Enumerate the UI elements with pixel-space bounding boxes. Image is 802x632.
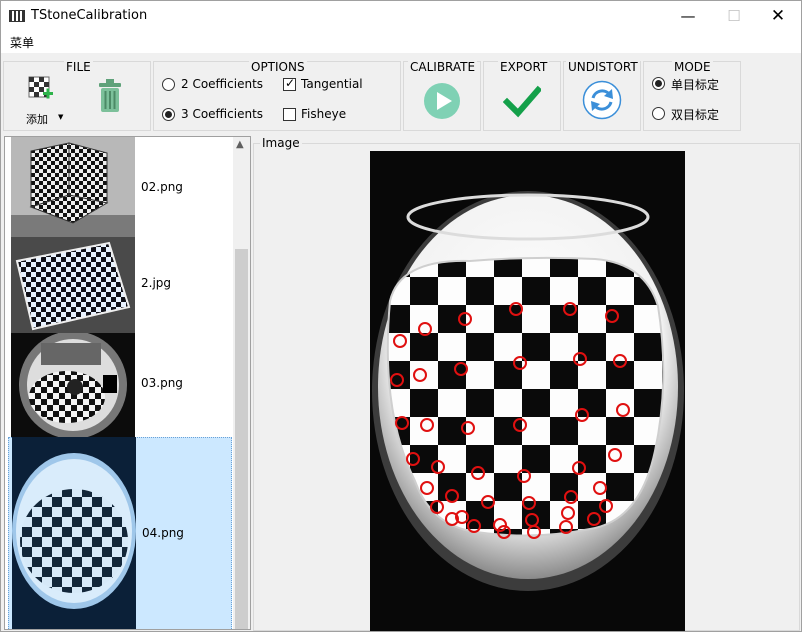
fisheye-calibration-image (370, 151, 685, 631)
add-dropdown-arrow[interactable]: ▼ (58, 113, 63, 121)
undistort-button[interactable] (582, 80, 622, 123)
export-button[interactable] (502, 82, 543, 123)
image-list[interactable]: 02.png 2.jpg 03.png 04.png ▲ (4, 136, 251, 630)
thumbnail-image (11, 137, 135, 237)
image-canvas[interactable] (370, 151, 685, 631)
list-item-label: 03.png (141, 376, 183, 390)
add-image-icon (28, 76, 53, 99)
scroll-thumb[interactable] (235, 249, 248, 629)
list-item-label: 2.jpg (141, 276, 172, 290)
tangential-label: Tangential (301, 77, 363, 91)
window-title: TStoneCalibration (31, 8, 148, 23)
delete-image-button[interactable] (96, 78, 126, 118)
calibrate-group: CALIBRATE (403, 61, 481, 131)
mono-mode-label: 单目标定 (671, 78, 720, 92)
thumbnail-image (11, 237, 135, 333)
tangential-checkbox[interactable] (283, 76, 296, 91)
fisheye-label: Fisheye (301, 107, 347, 121)
undistort-group: UNDISTORT (563, 61, 641, 131)
options-group-title: OPTIONS (249, 60, 307, 74)
coeff3-label: 3 Coefficients (181, 107, 264, 121)
image-view-group: Image (253, 136, 800, 631)
export-group-title: EXPORT (498, 60, 550, 74)
list-item-label: 02.png (141, 180, 183, 194)
mono-mode-radio[interactable] (652, 77, 665, 90)
list-scrollbar[interactable]: ▲ (233, 137, 250, 629)
coeff2-label: 2 Coefficients (181, 77, 264, 91)
toolbar: FILE 添加 ▼ OPTIONS 2 Coefficients 3 Coeff… (1, 53, 801, 133)
add-image-button[interactable] (26, 74, 56, 104)
play-icon (424, 83, 460, 119)
minimize-button[interactable]: — (665, 1, 711, 31)
mode-group-title: MODE (672, 60, 713, 74)
checkmark-icon (502, 85, 543, 118)
file-group-title: FILE (64, 60, 93, 74)
calibrate-button[interactable] (423, 82, 461, 123)
thumbnail-image (11, 333, 135, 437)
list-item-label: 04.png (142, 526, 184, 540)
fisheye-checkbox[interactable] (283, 108, 296, 121)
close-button[interactable]: ✕ (755, 1, 801, 31)
list-item[interactable]: 2.jpg (8, 237, 232, 333)
list-item[interactable]: 03.png (8, 333, 232, 437)
title-bar: TStoneCalibration — ☐ ✕ (1, 1, 801, 31)
export-group: EXPORT (483, 61, 561, 131)
menu-bar: 菜单 (1, 31, 801, 53)
file-group: FILE 添加 ▼ (3, 61, 151, 131)
maximize-button[interactable]: ☐ (711, 1, 757, 31)
add-button-label[interactable]: 添加 (26, 111, 48, 127)
mode-group: MODE 单目标定 双目标定 (643, 61, 741, 131)
menu-item-main[interactable]: 菜单 (10, 34, 34, 51)
trash-icon (99, 79, 121, 112)
coeff3-radio[interactable] (162, 108, 175, 121)
stereo-mode-label: 双目标定 (671, 108, 720, 122)
scroll-up-arrow[interactable]: ▲ (236, 139, 244, 150)
options-group: OPTIONS 2 Coefficients 3 Coefficients Ta… (153, 61, 401, 131)
list-item[interactable]: 02.png (8, 137, 232, 237)
main-window: TStoneCalibration — ☐ ✕ 菜单 FILE 添加 ▼ OPT… (0, 0, 802, 632)
stereo-mode-radio[interactable] (652, 107, 665, 120)
app-icon (9, 10, 25, 22)
image-view-title: Image (260, 136, 302, 150)
coeff2-radio[interactable] (162, 78, 175, 91)
calibrate-group-title: CALIBRATE (408, 60, 478, 74)
thumbnail-image (12, 437, 136, 629)
refresh-icon (582, 80, 622, 120)
list-item[interactable]: 04.png (8, 437, 232, 629)
undistort-group-title: UNDISTORT (566, 60, 640, 74)
